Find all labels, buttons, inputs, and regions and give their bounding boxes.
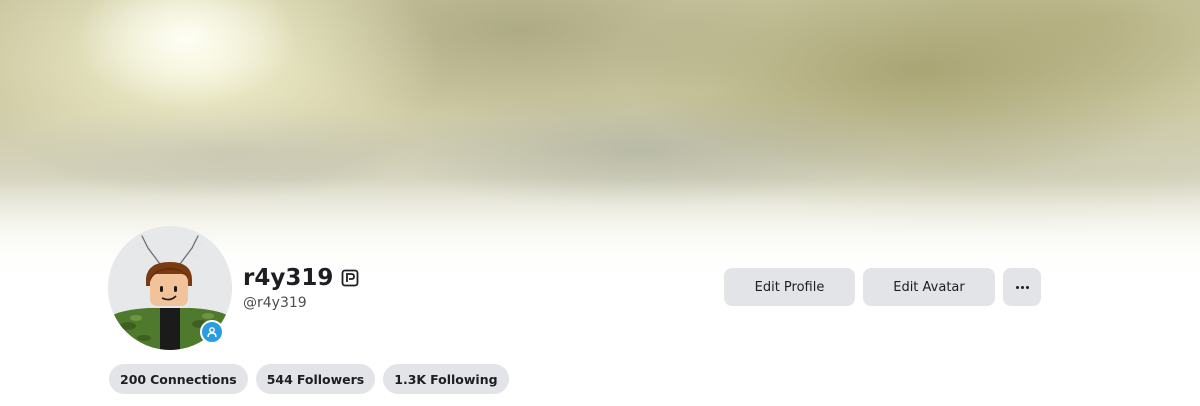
display-name-row: r4y319 xyxy=(243,262,359,294)
more-dots-icon xyxy=(1015,285,1029,289)
following-count: 1.3K xyxy=(394,371,427,387)
following-chip[interactable]: 1.3K Following xyxy=(383,364,509,394)
profile-page: r4y319 @r4y319 Edit Profile Edit Avatar … xyxy=(0,0,1200,406)
more-options-button[interactable] xyxy=(1003,268,1041,306)
username: @r4y319 xyxy=(243,295,307,311)
edit-profile-button[interactable]: Edit Profile xyxy=(724,268,855,306)
followers-label: Followers xyxy=(296,371,365,387)
display-name: r4y319 xyxy=(243,265,334,291)
premium-badge-icon xyxy=(341,269,359,287)
profile-stats: 200 Connections 544 Followers 1.3K Follo… xyxy=(109,364,509,394)
connections-label: Connections xyxy=(150,371,237,387)
following-label: Following xyxy=(430,371,498,387)
connections-chip[interactable]: 200 Connections xyxy=(109,364,248,394)
followers-count: 544 xyxy=(266,371,293,387)
followers-chip[interactable]: 544 Followers xyxy=(255,364,376,394)
connections-count: 200 xyxy=(120,371,147,387)
person-icon xyxy=(200,320,224,344)
edit-avatar-button[interactable]: Edit Avatar xyxy=(863,268,995,306)
